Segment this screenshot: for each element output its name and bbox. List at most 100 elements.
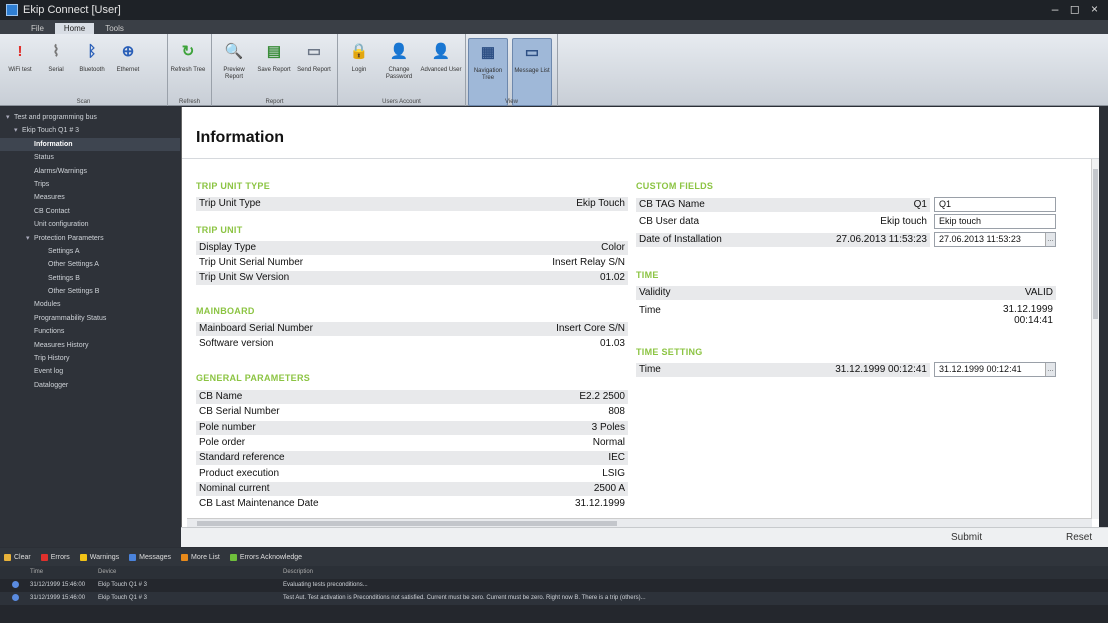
tree-item[interactable]: Information xyxy=(0,137,180,152)
expand-arrow-icon[interactable]: ▾ xyxy=(6,111,14,124)
tree-item-label: Trip History xyxy=(34,355,70,363)
section-time: TIME xyxy=(636,270,659,280)
cb-tag-name-input[interactable]: Q1 xyxy=(934,197,1056,212)
action-bar: Submit Reset xyxy=(181,527,1108,547)
advanced-user-button[interactable]: 👤 Advanced User xyxy=(420,38,462,106)
ribbon-group-refresh: ↻ Refresh Tree Refresh xyxy=(168,34,212,106)
info-row: Date of Installation 27.06.2013 11:53:23 xyxy=(636,233,930,247)
tree-item-label: Protection Parameters xyxy=(34,234,104,242)
info-icon xyxy=(11,580,19,588)
tree-item[interactable]: Alarms/Warnings xyxy=(0,165,180,178)
tree-item[interactable]: Measures History xyxy=(0,339,180,352)
alert-icon: ! xyxy=(17,42,23,60)
save-report-icon: ▤ xyxy=(266,42,282,60)
installation-date-picker[interactable]: 27.06.2013 11:53:23… xyxy=(934,232,1056,247)
tree-item[interactable]: ▾ Protection Parameters xyxy=(0,232,180,245)
tree-item[interactable]: ▾ Ekip Touch Q1 # 3 xyxy=(0,124,180,137)
tree-item-label: Programmability Status xyxy=(34,314,107,322)
time-setting-picker[interactable]: 31.12.1999 00:12:41… xyxy=(934,362,1056,377)
wifi-test-button[interactable]: ! WiFi test xyxy=(2,38,38,106)
tree-item[interactable]: Other Settings B xyxy=(0,285,180,298)
tree-item-label: CB Contact xyxy=(34,207,70,215)
message-list-button[interactable]: ▭ Message List xyxy=(512,38,552,106)
info-row: Trip Unit Serial Number Insert Relay S/N xyxy=(199,257,625,268)
information-panel: Information TRIP UNIT TYPE Trip Unit Typ… xyxy=(181,107,1099,527)
section-trip-unit: TRIP UNIT xyxy=(196,225,243,235)
tree-item[interactable]: Settings B xyxy=(0,272,180,285)
horizontal-scrollbar[interactable] xyxy=(187,518,1092,527)
tab-tools[interactable]: Tools xyxy=(96,23,133,34)
log-more-list-filter[interactable]: More List xyxy=(181,553,220,561)
info-row: Nominal current 2500 A xyxy=(196,481,628,496)
tree-item[interactable]: Event log xyxy=(0,365,180,378)
ribbon-group-scan: ! WiFi test ⌇ Serial ᛒ Bluetooth ⊕ Ethernet … xyxy=(0,34,168,106)
ellipsis-icon[interactable]: … xyxy=(1045,363,1055,376)
tree-item[interactable]: Functions xyxy=(0,325,180,338)
preview-report-button[interactable]: 🔍 Preview Report xyxy=(214,38,254,106)
login-button[interactable]: 🔒 Login xyxy=(340,38,378,106)
log-clear-button[interactable]: Clear xyxy=(4,553,31,561)
info-row: CB User data Ekip touch xyxy=(639,216,927,227)
title-bar: Ekip Connect [User] – ◻ × xyxy=(0,0,1108,20)
submit-button[interactable]: Submit xyxy=(951,531,982,545)
ethernet-button[interactable]: ⊕ Ethernet xyxy=(110,38,146,106)
reset-button[interactable]: Reset xyxy=(1066,531,1092,545)
tree-item[interactable]: Datalogger xyxy=(0,379,180,392)
log-col-description[interactable]: Description xyxy=(283,566,313,579)
ellipsis-icon[interactable]: … xyxy=(1045,233,1055,246)
tree-item-label: Functions xyxy=(34,328,65,336)
expand-arrow-icon[interactable]: ▾ xyxy=(14,124,22,137)
serial-button[interactable]: ⌇ Serial xyxy=(38,38,74,106)
tree-item-label: Event log xyxy=(34,368,64,376)
save-report-button[interactable]: ▤ Save Report xyxy=(254,38,294,106)
expand-arrow-icon[interactable]: ▾ xyxy=(26,232,34,245)
log-warnings-filter[interactable]: Warnings xyxy=(79,553,119,561)
info-row: Mainboard Serial Number Insert Core S/N xyxy=(196,322,628,336)
info-row: Display Type Color xyxy=(196,241,628,255)
info-row: Time 31.12.1999 00:12:41 xyxy=(636,363,930,377)
tree-item-label: Trips xyxy=(34,180,50,188)
window-controls[interactable]: – ◻ × xyxy=(1052,2,1102,16)
log-errors-filter[interactable]: Errors xyxy=(40,553,70,561)
errors-acknowledge-button[interactable]: Errors Acknowledge xyxy=(229,553,302,561)
tree-item[interactable]: Measures xyxy=(0,191,180,204)
message-list-icon: ▭ xyxy=(524,43,540,61)
user-key-icon: 👤 xyxy=(389,42,409,60)
send-report-button[interactable]: ▭ Send Report xyxy=(294,38,334,106)
tree-item[interactable]: CB Contact xyxy=(0,205,180,218)
tree-item[interactable]: Trip History xyxy=(0,352,180,365)
tree-item[interactable]: ▾ Test and programming bus xyxy=(0,111,180,124)
tree-item-label: Settings A xyxy=(48,247,80,255)
scroll-thumb[interactable] xyxy=(197,521,617,526)
tree-item-label: Test and programming bus xyxy=(14,114,97,121)
group-label-view: View xyxy=(505,99,518,105)
navigation-tree: ▾ Test and programming bus ▾ Ekip Touch Q1 … xyxy=(0,107,180,547)
info-row: Validity VALID xyxy=(636,286,1056,300)
tree-item[interactable]: Programmability Status xyxy=(0,312,180,325)
log-messages-filter[interactable]: Messages xyxy=(129,553,171,561)
log-row[interactable]: 31/12/1999 15:46:00 Ekip Touch Q1 # 3 Te… xyxy=(0,592,1108,605)
tree-item[interactable]: Status xyxy=(0,151,180,164)
tree-item[interactable]: Trips xyxy=(0,178,180,191)
bluetooth-button[interactable]: ᛒ Bluetooth xyxy=(74,38,110,106)
tree-item[interactable]: Unit configuration xyxy=(0,218,180,231)
ribbon-group-view: ▦ Navigation Tree ▭ Message List View xyxy=(466,34,558,106)
log-row[interactable]: 31/12/1999 15:46:00 Ekip Touch Q1 # 3 Ev… xyxy=(0,579,1108,592)
tree-item-label: Ekip Touch Q1 # 3 xyxy=(22,127,80,135)
change-password-button[interactable]: 👤 Change Password xyxy=(378,38,420,106)
log-col-time[interactable]: Time xyxy=(30,566,98,579)
tree-item[interactable]: Modules xyxy=(0,298,180,311)
cb-user-data-input[interactable]: Ekip touch xyxy=(934,214,1056,229)
tree-item[interactable]: Other Settings A xyxy=(0,258,180,271)
log-col-device[interactable]: Device xyxy=(98,566,283,579)
navigation-tree-button[interactable]: ▦ Navigation Tree xyxy=(468,38,508,106)
send-report-icon: ▭ xyxy=(306,42,322,60)
ribbon: ! WiFi test ⌇ Serial ᛒ Bluetooth ⊕ Ethernet … xyxy=(0,34,1108,106)
tree-item[interactable]: Settings A xyxy=(0,245,180,258)
refresh-tree-button[interactable]: ↻ Refresh Tree xyxy=(170,38,206,106)
scroll-thumb[interactable] xyxy=(1093,169,1098,319)
vertical-scrollbar[interactable] xyxy=(1091,159,1099,519)
log-toolbar: Clear Errors Warnings Messages More List… xyxy=(0,548,1108,566)
tab-file[interactable]: File xyxy=(22,23,53,34)
tab-home[interactable]: Home xyxy=(54,23,95,34)
